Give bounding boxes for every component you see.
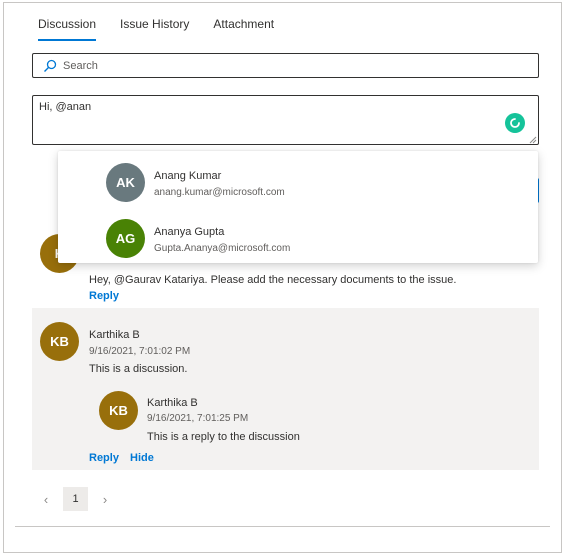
- search-icon: [43, 59, 57, 73]
- discussion-message: Hey, @Gaurav Katariya. Please add the ne…: [89, 274, 457, 286]
- avatar: AK: [106, 163, 145, 202]
- comment-textarea[interactable]: Hi, @anan: [32, 95, 539, 145]
- timestamp: 9/16/2021, 7:01:02 PM: [89, 346, 191, 357]
- comment-text: Hi, @anan: [39, 101, 92, 113]
- mention-suggestion-list: AK Anang Kumar anang.kumar@microsoft.com…: [58, 151, 538, 263]
- tab-bar: Discussion Issue History Attachment: [38, 17, 298, 41]
- suggestion-name: Ananya Gupta: [154, 226, 225, 238]
- reply-button[interactable]: Reply: [89, 452, 119, 464]
- reply-message: This is a reply to the discussion: [147, 431, 300, 443]
- reply-timestamp: 9/16/2021, 7:01:25 PM: [147, 413, 249, 424]
- author-name: Karthika B: [89, 329, 140, 341]
- mention-suggestion-item[interactable]: AG Ananya Gupta Gupta.Ananya@microsoft.c…: [58, 213, 538, 263]
- avatar: KB: [40, 322, 79, 361]
- suggestion-email: anang.kumar@microsoft.com: [154, 187, 285, 198]
- grammar-check-icon[interactable]: [505, 113, 525, 133]
- hide-button[interactable]: Hide: [130, 452, 154, 464]
- reply-avatar: KB: [99, 391, 138, 430]
- suggestion-email: Gupta.Ananya@microsoft.com: [154, 243, 291, 254]
- resize-handle-icon[interactable]: [529, 135, 537, 144]
- reply-button[interactable]: Reply: [89, 290, 119, 302]
- tab-attachment[interactable]: Attachment: [213, 17, 274, 41]
- divider: [15, 526, 550, 527]
- discussion-item: KB Karthika B 9/16/2021, 7:01:02 PM This…: [32, 308, 539, 470]
- tab-issue-history[interactable]: Issue History: [120, 17, 189, 41]
- pagination: ‹ 1 ›: [32, 487, 119, 511]
- discussion-message: This is a discussion.: [89, 363, 188, 375]
- reply-author-name: Karthika B: [147, 397, 198, 409]
- chevron-left-icon[interactable]: ‹: [32, 487, 60, 511]
- search-input[interactable]: Search: [32, 53, 539, 78]
- avatar: AG: [106, 219, 145, 258]
- search-placeholder: Search: [63, 59, 98, 72]
- chevron-right-icon[interactable]: ›: [91, 487, 119, 511]
- tab-discussion[interactable]: Discussion: [38, 17, 97, 41]
- page-number[interactable]: 1: [63, 487, 88, 511]
- mention-suggestion-item[interactable]: AK Anang Kumar anang.kumar@microsoft.com: [58, 157, 538, 207]
- suggestion-name: Anang Kumar: [154, 170, 222, 182]
